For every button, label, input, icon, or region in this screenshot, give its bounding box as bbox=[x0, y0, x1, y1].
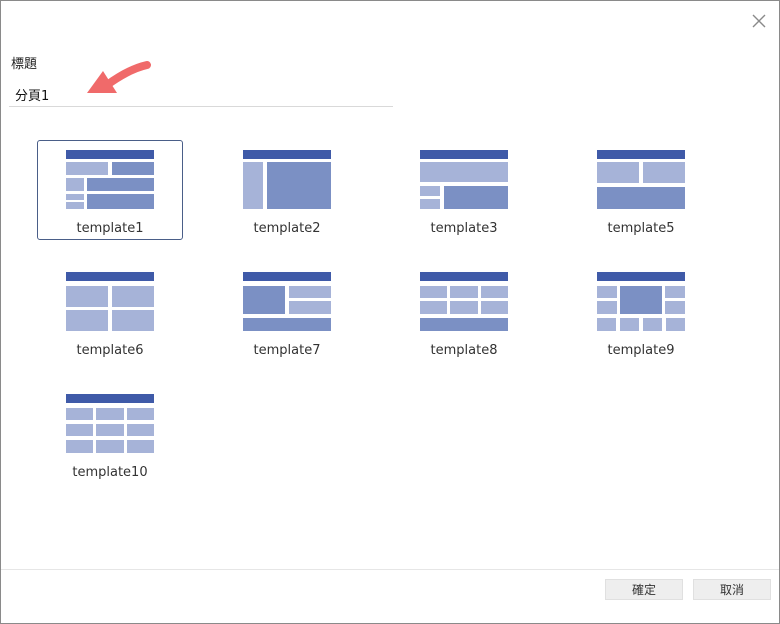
template-layout-6-icon bbox=[66, 272, 154, 331]
template-option-6[interactable]: template6 bbox=[37, 262, 183, 362]
template-option-8[interactable]: template8 bbox=[391, 262, 537, 362]
template-dialog: 標題 template1 template2 bbox=[0, 0, 780, 624]
template-option-2[interactable]: template2 bbox=[214, 140, 360, 240]
template-layout-1-icon bbox=[66, 150, 154, 209]
confirm-button[interactable]: 確定 bbox=[605, 579, 683, 600]
template-layout-9-icon bbox=[597, 272, 685, 331]
template-option-3[interactable]: template3 bbox=[391, 140, 537, 240]
template-option-9[interactable]: template9 bbox=[568, 262, 714, 362]
template-layout-3-icon bbox=[420, 150, 508, 209]
close-button[interactable] bbox=[749, 11, 769, 31]
template-layout-10-icon bbox=[66, 394, 154, 453]
template-label: template6 bbox=[76, 343, 144, 358]
template-option-1[interactable]: template1 bbox=[37, 140, 183, 240]
template-option-5[interactable]: template5 bbox=[568, 140, 714, 240]
template-label: template8 bbox=[430, 343, 498, 358]
template-label: template3 bbox=[430, 221, 498, 236]
title-label: 標題 bbox=[11, 57, 38, 72]
template-label: template7 bbox=[253, 343, 321, 358]
template-layout-7-icon bbox=[243, 272, 331, 331]
template-option-10[interactable]: template10 bbox=[37, 384, 183, 484]
cancel-button[interactable]: 取消 bbox=[693, 579, 771, 600]
template-layout-2-icon bbox=[243, 150, 331, 209]
template-label: template1 bbox=[76, 221, 144, 236]
template-option-7[interactable]: template7 bbox=[214, 262, 360, 362]
template-layout-8-icon bbox=[420, 272, 508, 331]
template-label: template2 bbox=[253, 221, 321, 236]
arrow-annotation-icon bbox=[87, 61, 151, 93]
title-input[interactable] bbox=[9, 83, 393, 107]
template-label: template10 bbox=[72, 465, 148, 480]
footer-divider bbox=[1, 569, 779, 570]
template-layout-5-icon bbox=[597, 150, 685, 209]
template-label: template9 bbox=[607, 343, 675, 358]
close-icon bbox=[752, 14, 766, 28]
template-label: template5 bbox=[607, 221, 675, 236]
